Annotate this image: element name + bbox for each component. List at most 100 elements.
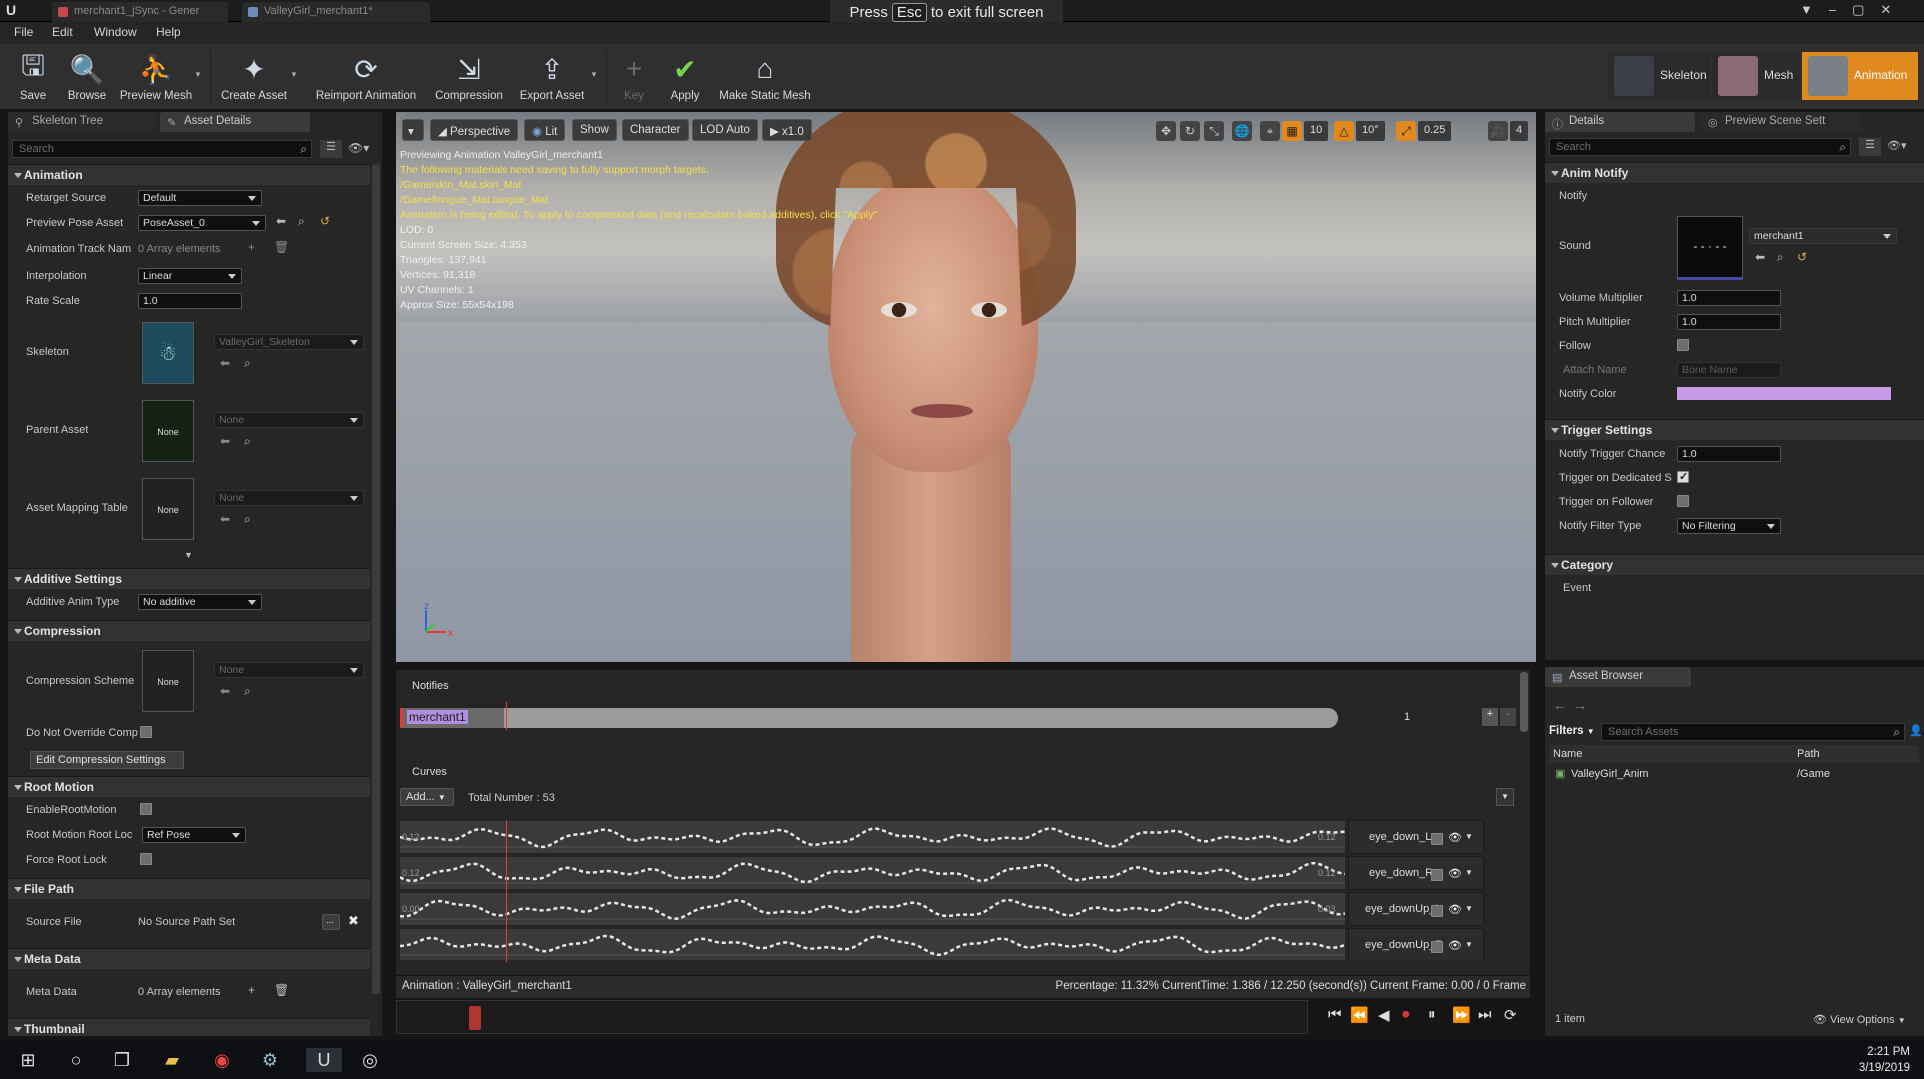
browse-icon[interactable]: ⌕ xyxy=(244,684,251,699)
attach-name-field[interactable]: Bone Name xyxy=(1677,362,1781,378)
skip-start-icon[interactable]: ⏮ xyxy=(1328,1006,1342,1023)
details-search-input[interactable]: Search ⌕ xyxy=(1549,138,1851,156)
category-category[interactable]: Category xyxy=(1545,554,1924,575)
anim-notify-category[interactable]: Anim Notify xyxy=(1545,162,1924,183)
lod-button[interactable]: LOD Auto xyxy=(692,119,758,141)
eye-icon[interactable]: 👁 xyxy=(1448,831,1462,844)
curve-row[interactable]: 0.12 0.12 eye_down_L 👁 ▼ xyxy=(396,820,1516,854)
notify-event[interactable]: merchant1 xyxy=(400,708,504,728)
unreal-engine-icon[interactable]: U xyxy=(306,1048,342,1072)
add-track-button[interactable]: + xyxy=(1482,708,1498,726)
scrub-bar[interactable] xyxy=(396,1000,1308,1034)
curve-options-button[interactable]: ▼ xyxy=(1496,788,1514,806)
root-lock-select[interactable]: Ref Pose xyxy=(142,827,246,843)
no-override-checkbox[interactable] xyxy=(140,726,152,738)
perspective-button[interactable]: ◢ Perspective xyxy=(430,119,519,141)
event-label[interactable]: Event xyxy=(1563,582,1591,594)
window-tab-anim[interactable]: ValleyGirl_merchant1* xyxy=(242,2,430,22)
file-explorer-icon[interactable]: ▰ xyxy=(160,1048,184,1072)
chrome-icon[interactable]: ◉ xyxy=(210,1048,234,1072)
reset-icon[interactable]: ↺ xyxy=(320,214,330,228)
skeleton-mode-button[interactable]: Skeleton xyxy=(1608,52,1710,100)
eye-icon[interactable]: 👁 xyxy=(1448,903,1462,916)
root-motion-category[interactable]: Root Motion xyxy=(8,776,370,797)
list-view-icon[interactable]: ☰ xyxy=(1859,138,1881,156)
interpolation-select[interactable]: Linear xyxy=(138,268,242,284)
sound-select[interactable]: merchant1 xyxy=(1749,228,1897,244)
rotate-snap-value[interactable]: 10° xyxy=(1356,121,1385,141)
skeleton-select[interactable]: ValleyGirl_Skeleton xyxy=(214,334,364,350)
step-back-icon[interactable]: ⏪ xyxy=(1350,1006,1369,1024)
trash-icon[interactable]: 🗑 xyxy=(274,983,289,997)
menu-window[interactable]: Window xyxy=(94,25,137,39)
pitch-field[interactable]: 1.0 xyxy=(1677,314,1781,330)
rate-scale-field[interactable]: 1.0 xyxy=(138,293,242,309)
reimport-button[interactable]: ⟳ Reimport Animation xyxy=(310,50,422,103)
play-reverse-icon[interactable]: ◀ xyxy=(1378,1006,1390,1024)
retarget-source-select[interactable]: Default xyxy=(138,190,262,206)
chevron-down-icon[interactable]: ▼ xyxy=(1465,940,1473,949)
loop-icon[interactable]: ⟳ xyxy=(1504,1006,1517,1024)
menu-edit[interactable]: Edit xyxy=(52,25,73,39)
column-path[interactable]: Path xyxy=(1797,748,1820,760)
additive-settings-category[interactable]: Additive Settings xyxy=(8,568,370,589)
trash-icon[interactable]: 🗑 xyxy=(274,240,289,254)
browse-button[interactable]: 🔍 Browse xyxy=(62,50,112,103)
task-view-icon[interactable]: ❐ xyxy=(110,1048,134,1072)
menu-help[interactable]: Help xyxy=(156,25,181,39)
eye-view-options-icon[interactable]: 👁▾ xyxy=(348,141,369,155)
curve-enable-checkbox[interactable] xyxy=(1431,905,1443,917)
create-asset-button[interactable]: ✦ Create Asset xyxy=(216,50,292,103)
eye-icon[interactable]: 👁 xyxy=(1448,867,1462,880)
trigger-follower-checkbox[interactable] xyxy=(1677,495,1689,507)
enable-root-checkbox[interactable] xyxy=(140,803,152,815)
trigger-dedicated-checkbox[interactable] xyxy=(1677,470,1689,483)
remove-track-button[interactable]: - xyxy=(1500,708,1516,726)
tab-asset-details[interactable]: ✎ Asset Details xyxy=(160,112,310,132)
back-arrow-icon[interactable]: ← xyxy=(1553,697,1567,713)
filter-type-select[interactable]: No Filtering xyxy=(1677,518,1781,534)
scale-icon[interactable]: ⤡ xyxy=(1204,121,1224,141)
search-input[interactable]: Search ⌕ xyxy=(12,140,312,158)
asset-mapping-select[interactable]: None xyxy=(214,490,364,506)
curve-enable-checkbox[interactable] xyxy=(1431,833,1443,845)
asset-row[interactable]: ▣ ValleyGirl_Anim /Game xyxy=(1549,765,1919,783)
chevron-down-icon[interactable]: ▼ xyxy=(1465,904,1473,913)
notify-color-swatch[interactable] xyxy=(1677,387,1891,400)
windows-start-icon[interactable]: ⊞ xyxy=(16,1048,40,1072)
grid-snap-value[interactable]: 10 xyxy=(1304,121,1329,141)
tab-skeleton-tree[interactable]: ⚲ Skeleton Tree xyxy=(8,112,156,132)
list-view-icon[interactable]: ☰ xyxy=(320,140,342,158)
surface-snap-icon[interactable]: ⌖ xyxy=(1260,121,1280,141)
make-static-mesh-button[interactable]: ⌂ Make Static Mesh xyxy=(714,50,816,102)
preview-pose-select[interactable]: PoseAsset_0 xyxy=(138,215,266,231)
speed-button[interactable]: ▶ x1.0 xyxy=(762,119,812,141)
edit-compression-button[interactable]: Edit Compression Settings xyxy=(30,751,184,769)
browse-icon[interactable]: ⌕ xyxy=(244,356,251,371)
curve-enable-checkbox[interactable] xyxy=(1431,941,1443,953)
export-dropdown-icon[interactable]: ▼ xyxy=(590,70,598,79)
tab-preview-scene[interactable]: ◎ Preview Scene Sett xyxy=(1701,112,1861,132)
thumbnail-category[interactable]: Thumbnail xyxy=(8,1018,370,1036)
scale-snap-icon[interactable]: ⤢ xyxy=(1396,121,1416,141)
use-selected-arrow-icon[interactable]: ⬅ xyxy=(1755,250,1765,264)
asset-mapping-thumbnail[interactable]: None xyxy=(142,478,194,540)
reset-icon[interactable]: ↺ xyxy=(1797,250,1807,264)
animation-category[interactable]: Animation xyxy=(8,164,370,185)
meta-data-category[interactable]: Meta Data xyxy=(8,948,370,969)
skip-end-icon[interactable]: ⏭ xyxy=(1478,1006,1492,1023)
forward-arrow-icon[interactable]: → xyxy=(1573,697,1587,713)
camera-speed-value[interactable]: 4 xyxy=(1510,121,1529,141)
force-root-checkbox[interactable] xyxy=(140,853,152,865)
viewport-menu-button[interactable]: ▾ xyxy=(402,119,424,141)
view-options-button[interactable]: 👁 View Options ▼ xyxy=(1813,1013,1906,1026)
asset-search-input[interactable]: Search Assets ⌕ xyxy=(1601,723,1905,741)
eye-view-options-icon[interactable]: 👁▾ xyxy=(1887,139,1907,152)
create-asset-dropdown-icon[interactable]: ▼ xyxy=(290,70,298,79)
curve-enable-checkbox[interactable] xyxy=(1431,869,1443,881)
scrollbar[interactable] xyxy=(372,164,380,994)
step-forward-icon[interactable]: ⏩ xyxy=(1452,1006,1471,1024)
curve-row[interactable]: eye_downUp_R 👁 ▼ xyxy=(396,928,1516,960)
file-path-category[interactable]: File Path xyxy=(8,878,370,899)
steam-icon[interactable]: ⚙ xyxy=(258,1048,282,1072)
